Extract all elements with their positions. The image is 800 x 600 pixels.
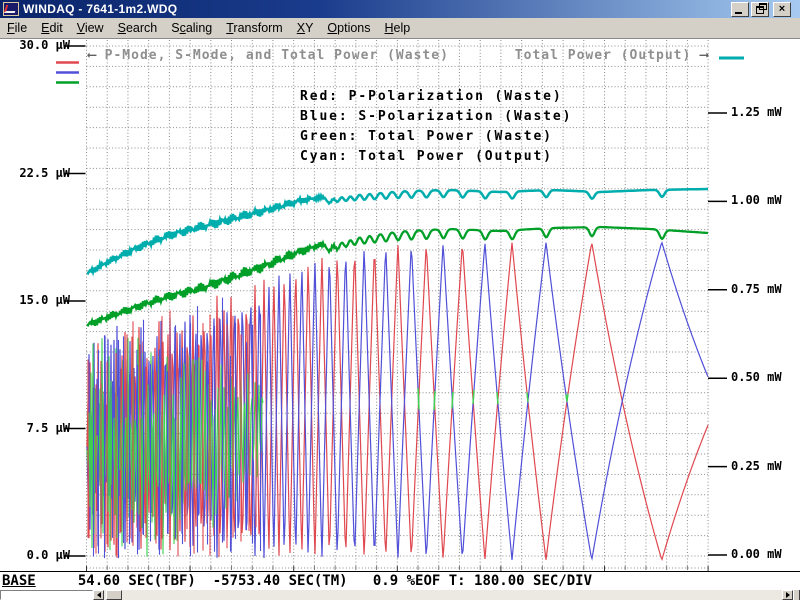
close-icon: × [779, 4, 785, 15]
scrollbar-thumb[interactable] [106, 590, 122, 600]
arrow-left-icon [97, 592, 101, 598]
app-icon [3, 2, 19, 16]
menu-bar: FileEditViewSearchScalingTransformXYOpti… [0, 18, 800, 39]
right-axis-label: 1.25 mW [731, 105, 799, 119]
window-title: WINDAQ - 7641-1m2.WDQ [23, 2, 729, 16]
right-axis-label: 1.00 mW [731, 193, 799, 207]
right-axis-label: 0.25 mW [731, 459, 799, 473]
menu-item-scaling[interactable]: Scaling [164, 19, 219, 37]
right-arrow-icon: ⟶ [700, 48, 708, 63]
legend-line: Green: Total Power (Waste) [300, 127, 572, 147]
legend-line: Red: P-Polarization (Waste) [300, 87, 572, 107]
left-axis-label: 30.0 μW [0, 38, 70, 52]
green-crossing-segment [434, 391, 435, 410]
annotation-waste: ⟵ P-Mode, S-Mode, and Total Power (Waste… [88, 48, 449, 63]
right-axis-label: 0.50 mW [731, 370, 799, 384]
legend-line: Blue: S-Polarization (Waste) [300, 107, 572, 127]
windaq-window: WINDAQ - 7641-1m2.WDQ × FileEditViewSear… [0, 0, 800, 600]
menu-item-search[interactable]: Search [111, 19, 165, 37]
menu-item-file[interactable]: File [0, 19, 34, 37]
left-axis-label: 0.0 μW [0, 548, 70, 562]
scrollbar-grip [793, 590, 800, 600]
left-axis-label: 7.5 μW [0, 421, 70, 435]
horizontal-scrollbar[interactable] [0, 590, 800, 600]
close-button[interactable]: × [773, 2, 791, 17]
left-axis-label: 22.5 μW [0, 166, 70, 180]
green-crossing-segment [527, 393, 528, 402]
series-red-p-polarization [87, 243, 708, 560]
minimize-icon [735, 12, 742, 14]
menu-item-edit[interactable]: Edit [34, 19, 70, 37]
right-axis-label: 0.00 mW [731, 547, 799, 561]
minimize-button[interactable] [731, 2, 749, 17]
green-crossing-segment [567, 394, 568, 401]
legend: Red: P-Polarization (Waste)Blue: S-Polar… [300, 87, 572, 167]
series-green-total-waste [87, 227, 708, 326]
green-crossing-segment [497, 392, 498, 404]
restore-button[interactable] [751, 2, 769, 17]
scroll-right-button[interactable] [782, 590, 793, 600]
annotation-output: Total Power (Output) ⟶ [515, 48, 708, 63]
green-crossing-segment [418, 388, 419, 409]
series-blue-s-polarization [87, 243, 708, 560]
status-readouts: 54.60 SEC(TBF) -5753.40 SEC(TM) 0.9 %EOF… [36, 573, 592, 589]
restore-icon [756, 6, 764, 14]
green-crossing-segment [473, 390, 474, 404]
legend-line: Cyan: Total Power (Output) [300, 147, 572, 167]
green-crossing-segment [452, 392, 453, 409]
scrollbar-left-panel [0, 590, 93, 600]
green-crossing-segment [566, 395, 567, 402]
menu-item-view[interactable]: View [70, 19, 111, 37]
scroll-left-button[interactable] [93, 590, 104, 600]
menu-item-help[interactable]: Help [378, 19, 418, 37]
status-bar: BASE 54.60 SEC(TBF) -5753.40 SEC(TM) 0.9… [0, 571, 800, 591]
left-arrow-icon: ⟵ [88, 48, 96, 63]
base-indicator[interactable]: BASE [2, 573, 36, 589]
menu-item-xy[interactable]: XY [290, 19, 321, 37]
scrollbar-track[interactable] [122, 590, 782, 600]
series-green-dense [87, 338, 263, 557]
right-axis-label: 0.75 mW [731, 282, 799, 296]
series-cyan-total-output [87, 189, 708, 273]
title-bar[interactable]: WINDAQ - 7641-1m2.WDQ × [0, 0, 800, 18]
left-axis-label: 15.0 μW [0, 293, 70, 307]
menu-item-options[interactable]: Options [320, 19, 377, 37]
menu-item-transform[interactable]: Transform [219, 19, 290, 37]
arrow-right-icon [786, 592, 790, 598]
